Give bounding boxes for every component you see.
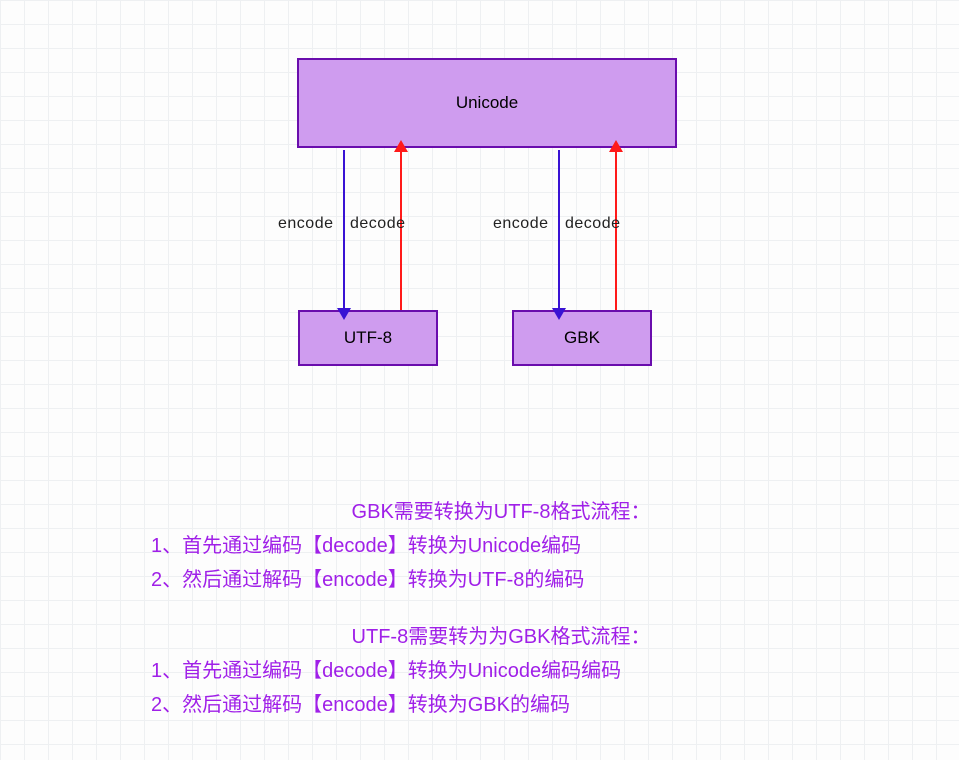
explanation-utf8-to-gbk: UTF-8需要转为为GBK格式流程： 1、首先通过编码【decode】转换为Un… [151, 620, 851, 722]
decode-label-right: decode [565, 215, 621, 233]
gbk-utf8-step2: 2、然后通过解码【encode】转换为UTF-8的编码 [151, 563, 851, 597]
explanation-gbk-to-utf8: GBK需要转换为UTF-8格式流程： 1、首先通过编码【decode】转换为Un… [151, 495, 851, 597]
utf8-label: UTF-8 [344, 328, 392, 348]
utf8-gbk-step1: 1、首先通过编码【decode】转换为Unicode编码编码 [151, 654, 851, 688]
unicode-label: Unicode [456, 93, 518, 113]
encode-arrow-gbk [558, 150, 560, 310]
gbk-utf8-title: GBK需要转换为UTF-8格式流程： [151, 495, 851, 529]
gbk-utf8-step1: 1、首先通过编码【decode】转换为Unicode编码 [151, 529, 851, 563]
encode-arrow-utf8 [343, 150, 345, 310]
encode-label-left: encode [278, 215, 334, 233]
decode-label-left: decode [350, 215, 406, 233]
encode-label-right: encode [493, 215, 549, 233]
gbk-label: GBK [564, 328, 600, 348]
gbk-box: GBK [512, 310, 652, 366]
utf8-box: UTF-8 [298, 310, 438, 366]
utf8-gbk-step2: 2、然后通过解码【encode】转换为GBK的编码 [151, 688, 851, 722]
utf8-gbk-title: UTF-8需要转为为GBK格式流程： [151, 620, 851, 654]
unicode-box: Unicode [297, 58, 677, 148]
